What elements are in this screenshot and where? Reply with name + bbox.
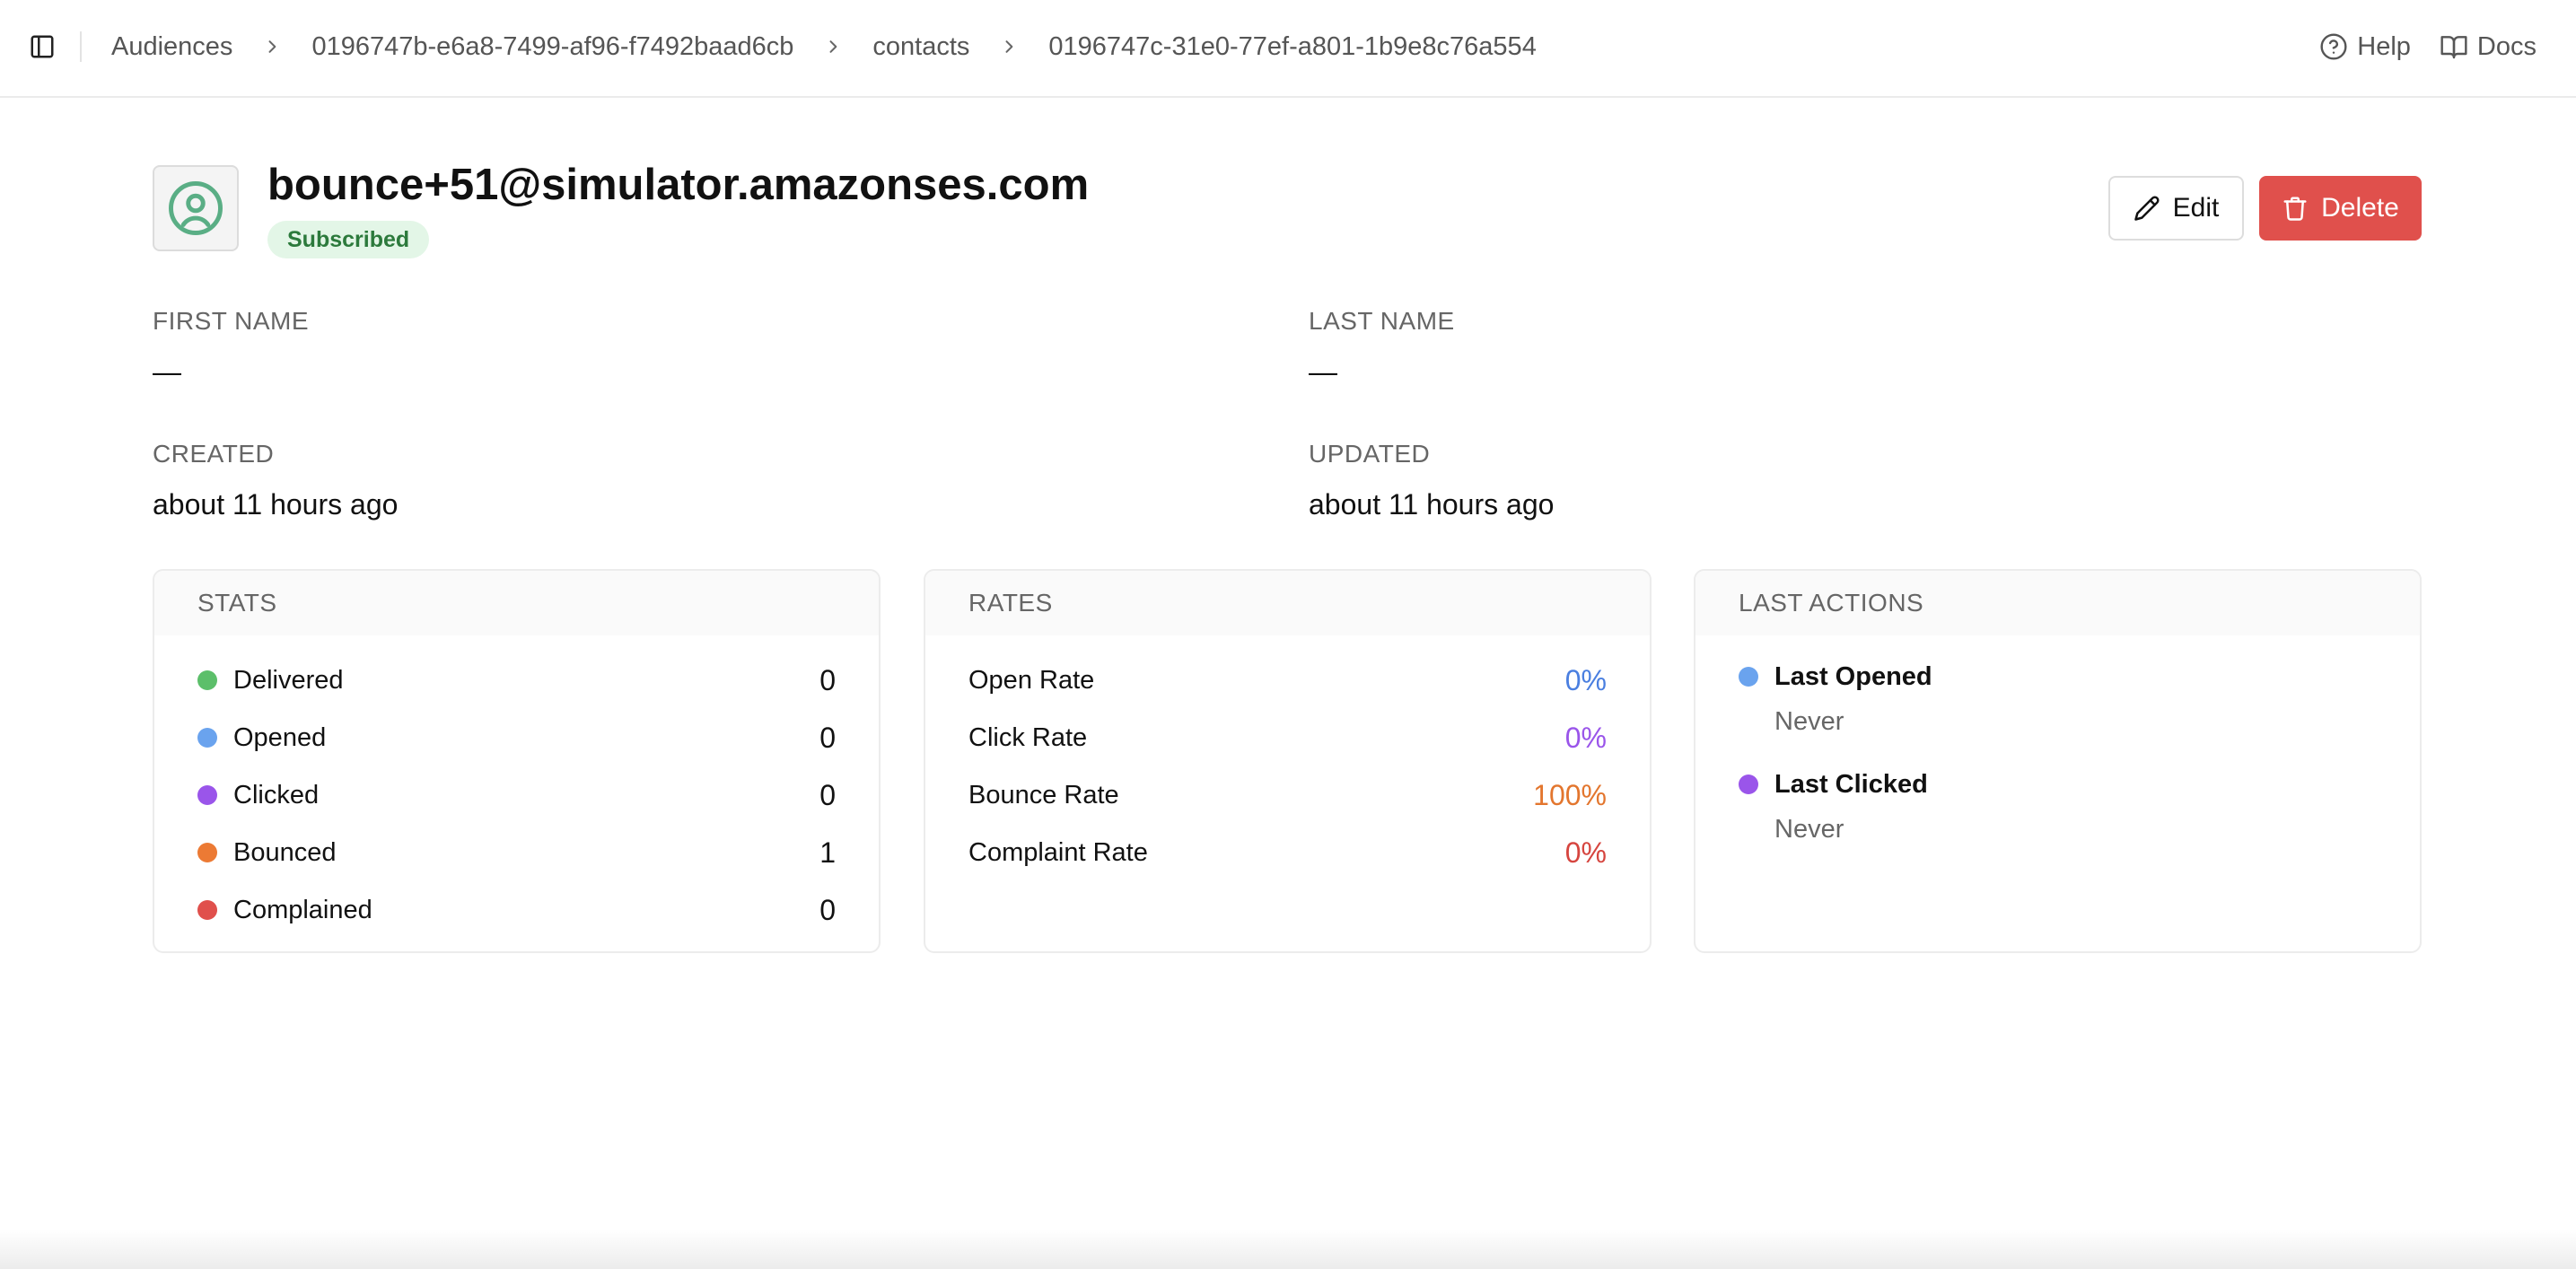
status-dot	[197, 900, 217, 920]
rate-label: Click Rate	[968, 722, 1088, 752]
user-circle-icon	[169, 181, 223, 235]
stats-title: STATS	[154, 571, 879, 635]
status-badge: Subscribed	[267, 221, 430, 258]
chevron-right-icon	[829, 40, 837, 53]
stat-row-delivered: Delivered 0	[197, 662, 836, 698]
status-dot	[197, 843, 217, 862]
book-open-icon	[2440, 36, 2467, 59]
stat-value: 0	[819, 663, 836, 696]
chevron-right-icon	[268, 40, 276, 53]
help-label: Help	[2357, 31, 2411, 61]
last-actions-title: LAST ACTIONS	[1695, 571, 2420, 635]
stat-label: Opened	[233, 722, 327, 752]
breadcrumb: Audiences 0196747b-e6a8-7499-af96-f7492b…	[111, 0, 1537, 93]
help-link[interactable]: Help	[2319, 32, 2411, 62]
stat-label: Bounced	[233, 837, 337, 867]
stat-label: Clicked	[233, 780, 320, 810]
last-clicked-label: Last Clicked	[1774, 769, 1928, 799]
breadcrumb-audience-id[interactable]: 0196747b-e6a8-7499-af96-f7492baad6cb	[311, 32, 793, 62]
rate-label: Open Rate	[968, 665, 1095, 695]
last-opened-label: Last Opened	[1774, 661, 1932, 691]
rate-row-click: Click Rate 0%	[968, 720, 1607, 756]
stat-label: Complained	[233, 895, 372, 924]
stat-value: 0	[819, 721, 836, 754]
status-dot	[1739, 775, 1758, 794]
rate-value: 0%	[1564, 663, 1607, 696]
trash-icon	[2283, 197, 2307, 221]
toolbar-divider	[80, 31, 82, 62]
pencil-icon	[2134, 196, 2160, 221]
breadcrumb-audiences[interactable]: Audiences	[111, 32, 232, 62]
last-opened-row: Last Opened	[1739, 659, 2377, 695]
last-opened-value: Never	[1774, 707, 1844, 736]
stats-card: STATS Delivered 0 Opened 0 Clicked 0 Bou…	[153, 569, 881, 953]
stat-row-opened: Opened 0	[197, 720, 836, 756]
updated-value: about 11 hours ago	[1309, 488, 1555, 521]
created-label: CREATED	[153, 440, 275, 468]
bottom-shadow	[0, 1230, 2576, 1269]
breadcrumb-contacts[interactable]: contacts	[872, 32, 969, 62]
last-name-value: —	[1309, 355, 1337, 388]
rates-title: RATES	[925, 571, 1650, 635]
last-actions-card: LAST ACTIONS Last Opened Never Last Clic…	[1694, 569, 2422, 953]
docs-label: Docs	[2476, 31, 2537, 61]
updated-label: UPDATED	[1309, 440, 1431, 468]
header-links: Help Docs	[2291, 0, 2537, 93]
stat-value: 0	[819, 893, 836, 926]
status-dot	[1739, 667, 1758, 687]
rate-value: 0%	[1564, 836, 1607, 869]
rate-label: Bounce Rate	[968, 780, 1119, 810]
rate-row-open: Open Rate 0%	[968, 662, 1607, 698]
chevron-right-icon	[1005, 40, 1013, 53]
breadcrumb-contact-id: 0196747c-31e0-77ef-a801-1b9e8c76a554	[1048, 31, 1537, 61]
edit-label: Edit	[2172, 193, 2220, 223]
sidebar-toggle-icon[interactable]	[29, 33, 56, 60]
status-dot	[197, 670, 217, 690]
rates-card: RATES Open Rate 0% Click Rate 0% Bounce …	[924, 569, 1652, 953]
help-circle-icon	[2320, 33, 2347, 60]
delete-button[interactable]: Delete	[2259, 176, 2422, 241]
last-name-label: LAST NAME	[1309, 307, 1455, 335]
docs-link[interactable]: Docs	[2440, 32, 2537, 62]
status-dot	[197, 785, 217, 805]
stat-row-clicked: Clicked 0	[197, 777, 836, 813]
stat-row-complained: Complained 0	[197, 892, 836, 928]
avatar	[153, 165, 239, 251]
status-dot	[197, 728, 217, 748]
first-name-value: —	[153, 355, 181, 388]
last-clicked-value: Never	[1774, 815, 1844, 844]
top-bar: Audiences 0196747b-e6a8-7499-af96-f7492b…	[0, 0, 2576, 98]
rate-label: Complaint Rate	[968, 837, 1148, 867]
rate-row-complaint: Complaint Rate 0%	[968, 835, 1607, 871]
stat-value: 1	[819, 836, 836, 869]
rate-value: 100%	[1533, 778, 1607, 811]
rate-value: 0%	[1564, 721, 1607, 754]
rate-row-bounce: Bounce Rate 100%	[968, 777, 1607, 813]
last-clicked-row: Last Clicked	[1739, 766, 2377, 802]
first-name-label: FIRST NAME	[153, 307, 310, 335]
delete-label: Delete	[2321, 193, 2399, 223]
edit-button[interactable]: Edit	[2108, 176, 2244, 241]
stat-value: 0	[819, 778, 836, 811]
stat-label: Delivered	[233, 665, 344, 695]
stat-row-bounced: Bounced 1	[197, 835, 836, 871]
page-title: bounce+51@simulator.amazonses.com	[267, 161, 1090, 209]
created-value: about 11 hours ago	[153, 488, 399, 521]
